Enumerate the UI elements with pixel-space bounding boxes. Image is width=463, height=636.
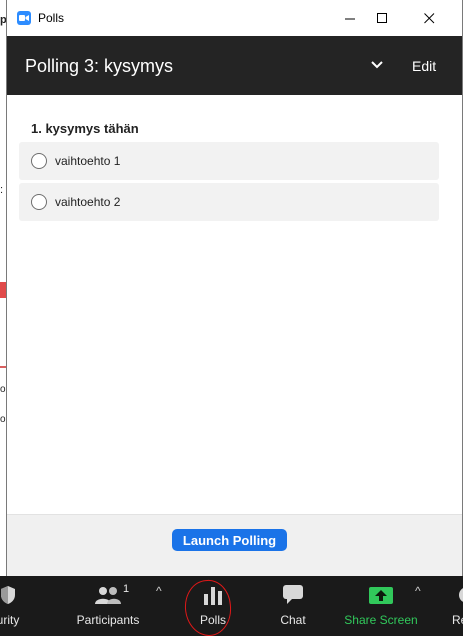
- maximize-button[interactable]: [359, 0, 405, 36]
- close-icon: [423, 12, 434, 23]
- poll-footer: Launch Polling: [7, 514, 462, 576]
- participants-count: 1: [123, 583, 130, 595]
- window-title: Polls: [38, 11, 65, 25]
- participants-caret-icon[interactable]: ^: [156, 584, 162, 598]
- option-label: vaihtoehto 2: [55, 195, 121, 209]
- polls-label: Polls: [199, 613, 226, 627]
- close-button[interactable]: [406, 0, 452, 36]
- security-label: urity: [0, 613, 20, 627]
- zoom-app-icon: [17, 11, 31, 25]
- option-label: vaihtoehto 1: [55, 154, 121, 168]
- poll-title: Polling 3: kysymys: [25, 56, 174, 76]
- poll-content: 1. kysymys tähän vaihtoehto 1 vaihtoehto…: [7, 95, 462, 514]
- polls-button[interactable]: Polls: [192, 576, 234, 636]
- polls-icon: [203, 583, 223, 605]
- launch-polling-button[interactable]: Launch Polling: [172, 529, 287, 551]
- minimize-icon: [344, 18, 355, 19]
- radio-button[interactable]: [31, 153, 47, 169]
- shield-icon: [0, 583, 16, 605]
- participants-label: Participants: [76, 613, 140, 627]
- poll-option[interactable]: vaihtoehto 2: [19, 183, 439, 221]
- security-button[interactable]: urity: [0, 576, 28, 636]
- record-icon: [456, 583, 463, 605]
- background-text: :: [0, 184, 4, 196]
- record-button[interactable]: Re: [448, 576, 463, 636]
- meeting-toolbar: urity Participants 1 ^ Polls Chat Share …: [0, 576, 463, 636]
- share-screen-button[interactable]: Share Screen: [342, 576, 420, 636]
- maximize-icon: [376, 12, 387, 23]
- record-label: Re: [452, 613, 463, 627]
- poll-header: Polling 3: kysymys Edit: [7, 36, 462, 95]
- poll-option[interactable]: vaihtoehto 1: [19, 142, 439, 180]
- chevron-down-icon[interactable]: [369, 58, 385, 72]
- chat-icon: [282, 583, 304, 605]
- share-screen-icon: [369, 583, 393, 605]
- radio-button[interactable]: [31, 194, 47, 210]
- edit-button[interactable]: Edit: [412, 58, 436, 74]
- background-text: o: [0, 414, 6, 425]
- participants-icon: [94, 583, 122, 605]
- share-screen-label: Share Screen: [344, 613, 418, 627]
- title-bar[interactable]: Polls: [7, 0, 462, 36]
- share-caret-icon[interactable]: ^: [415, 584, 421, 598]
- background-text: o: [0, 384, 6, 395]
- chat-label: Chat: [280, 613, 306, 627]
- chat-button[interactable]: Chat: [272, 576, 314, 636]
- question-text: 1. kysymys tähän: [31, 121, 139, 136]
- polls-window: Polls Polling 3: kysymys Edit 1. kysymys…: [6, 0, 463, 576]
- participants-button[interactable]: Participants 1: [72, 576, 144, 636]
